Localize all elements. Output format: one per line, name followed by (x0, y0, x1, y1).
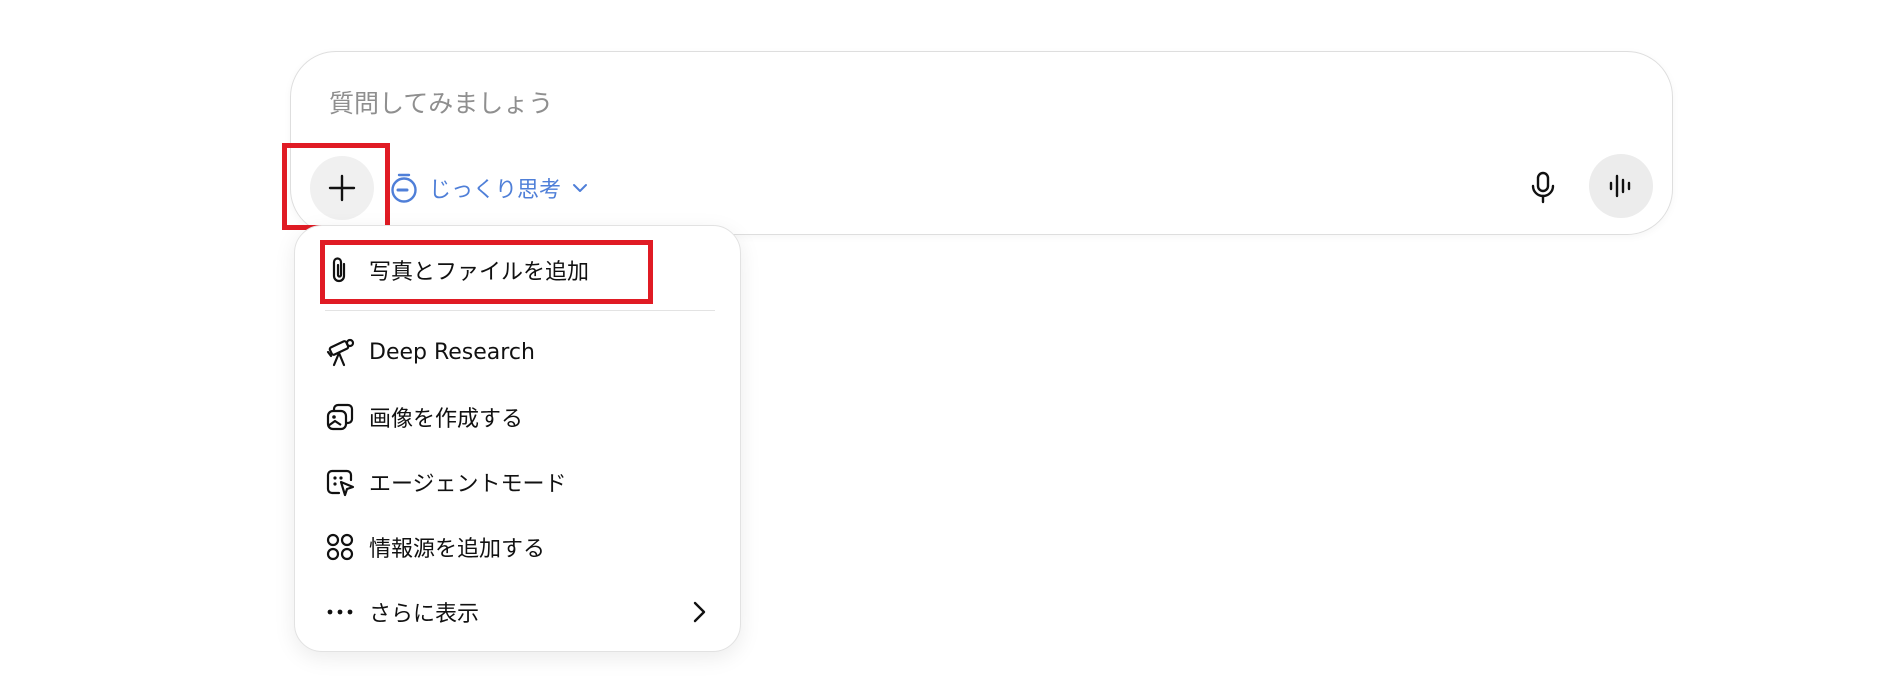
page: 質問してみましょう じっくり思考 写真とファイルを追加 Deep Researc… (0, 0, 1900, 692)
menu-item-label: さらに表示 (369, 602, 480, 627)
microphone-icon (1531, 171, 1555, 204)
sources-icon (325, 532, 355, 562)
paperclip-icon (325, 255, 355, 285)
voice-mode-button[interactable] (1589, 154, 1653, 218)
more-dots-icon (325, 597, 355, 627)
chevron-down-icon (573, 184, 588, 192)
attachment-menu: 写真とファイルを追加 Deep Research 画像を作成する エージェントモ… (294, 225, 741, 652)
menu-item-show-more[interactable]: さらに表示 (325, 590, 715, 634)
voice-waveform-icon (1609, 174, 1631, 198)
image-create-icon (325, 402, 355, 432)
chevron-right-icon (687, 598, 711, 632)
menu-item-label: 画像を作成する (369, 407, 524, 432)
menu-item-create-image[interactable]: 画像を作成する (325, 395, 715, 439)
agent-cursor-icon (325, 467, 355, 497)
add-attachment-button[interactable] (310, 156, 374, 220)
menu-item-add-sources[interactable]: 情報源を追加する (325, 525, 715, 569)
menu-item-deep-research[interactable]: Deep Research (325, 330, 715, 374)
timer-icon (391, 173, 417, 203)
chat-composer: 質問してみましょう じっくり思考 (290, 51, 1673, 235)
thinking-mode-button[interactable]: じっくり思考 (389, 168, 589, 208)
menu-item-add-photos-files[interactable]: 写真とファイルを追加 (325, 248, 715, 292)
menu-item-label: 情報源を追加する (369, 537, 546, 562)
menu-item-label: 写真とファイルを追加 (369, 260, 590, 285)
menu-item-label: エージェントモード (369, 472, 567, 497)
thinking-mode-label: じっくり思考 (429, 178, 562, 203)
menu-item-label: Deep Research (369, 339, 535, 365)
telescope-icon (325, 337, 355, 367)
plus-icon (328, 174, 356, 202)
menu-item-agent-mode[interactable]: エージェントモード (325, 460, 715, 504)
prompt-input[interactable]: 質問してみましょう (329, 84, 553, 120)
dictate-button[interactable] (1519, 164, 1567, 212)
menu-divider (325, 310, 715, 311)
